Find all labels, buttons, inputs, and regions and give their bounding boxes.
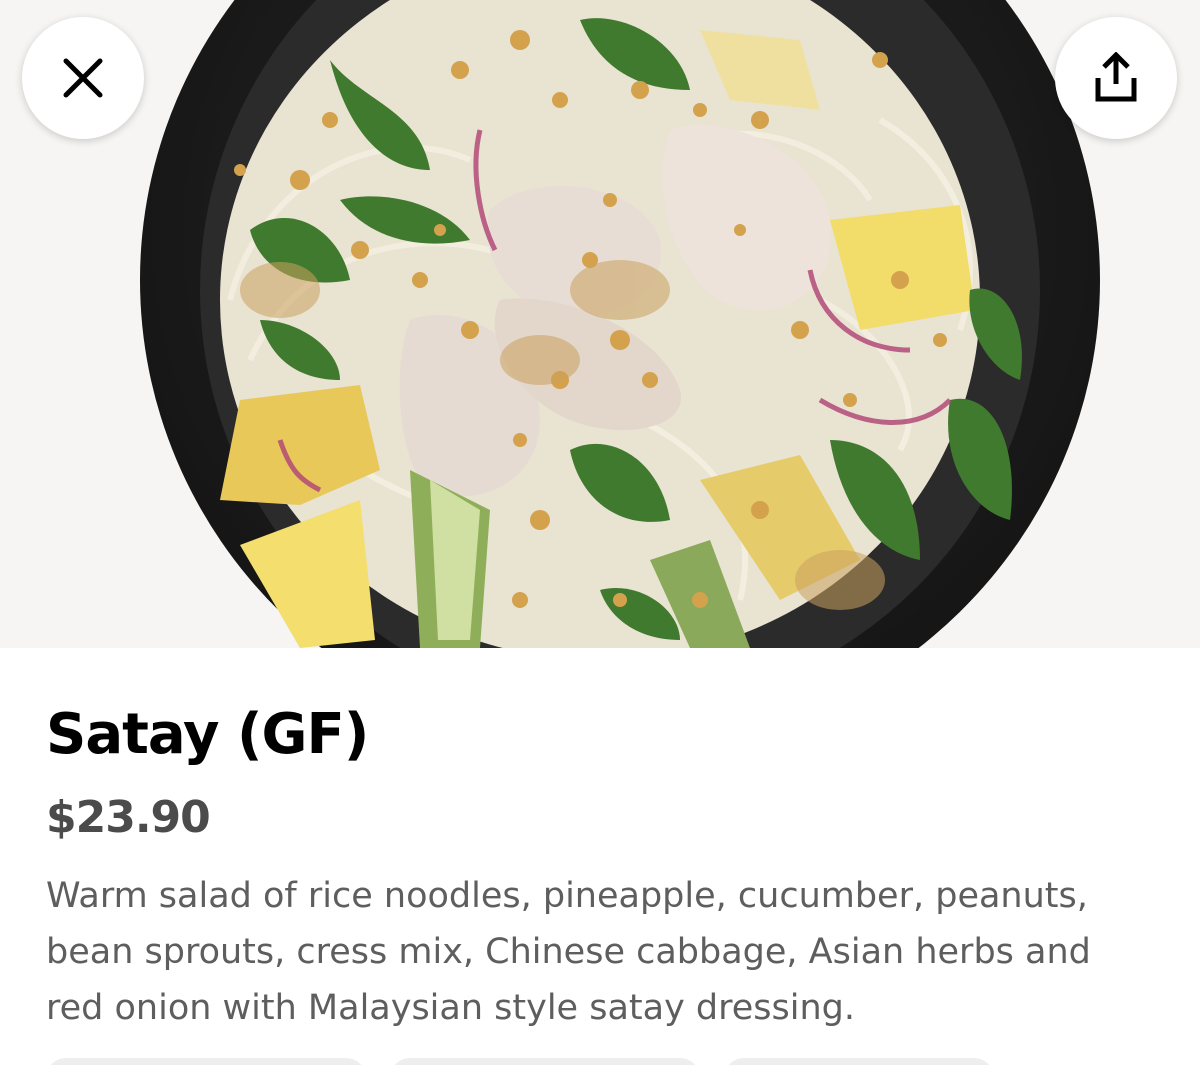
item-details: Satay (GF) $23.90 Warm salad of rice noo… [46,700,1156,1036]
item-price: $23.90 [46,792,211,843]
item-detail-page: Satay (GF) $23.90 Warm salad of rice noo… [0,0,1200,1065]
close-button[interactable] [22,17,144,139]
item-title: Satay (GF) [46,702,369,767]
item-photo [0,0,1200,648]
close-icon [61,56,105,100]
share-button[interactable] [1055,17,1177,139]
tag-pill[interactable] [724,1058,994,1065]
share-icon [1093,52,1139,104]
tag-pill[interactable] [46,1058,366,1065]
tag-pill[interactable] [390,1058,700,1065]
item-description: Warm salad of rice noodles, pineapple, c… [46,876,1091,1028]
item-tags [46,1058,994,1065]
